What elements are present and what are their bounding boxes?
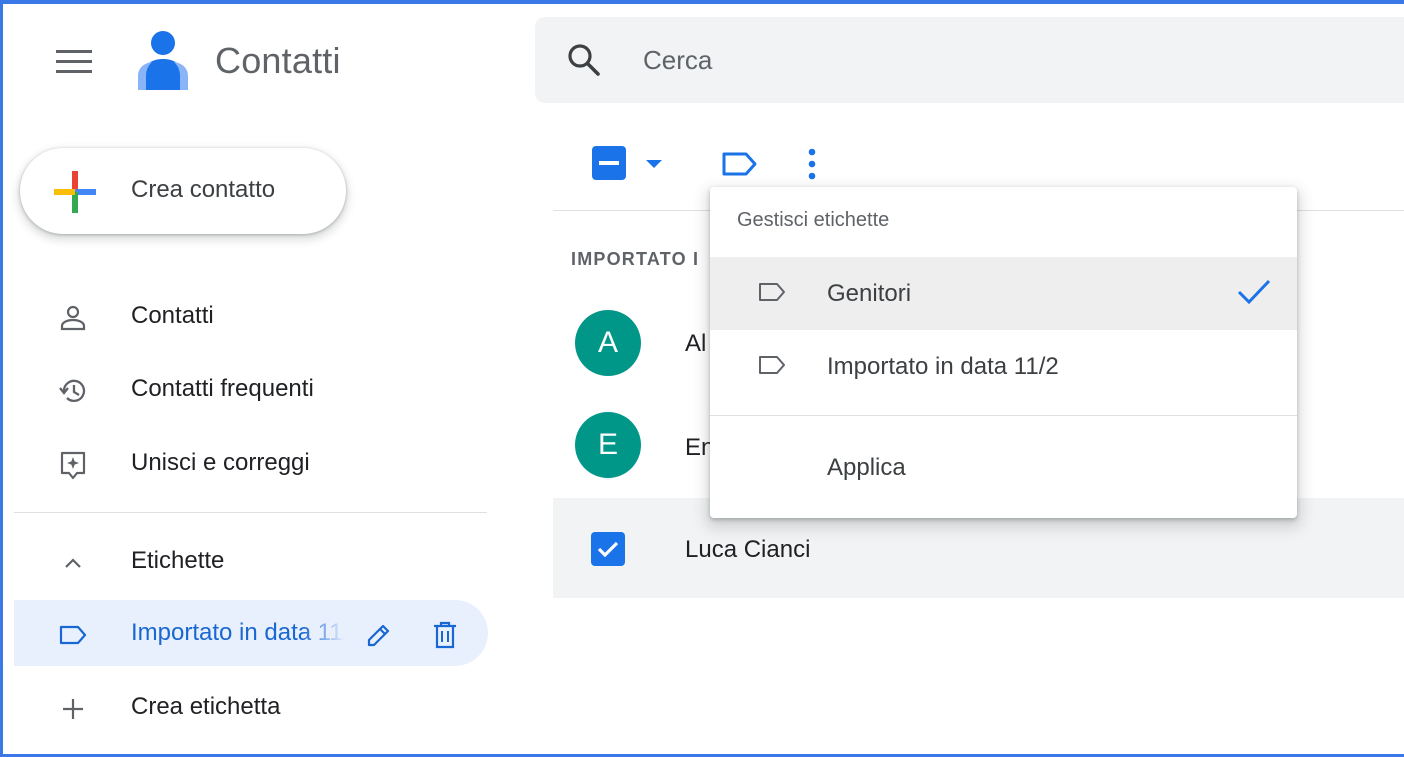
manage-labels-button[interactable] xyxy=(718,146,762,182)
history-icon xyxy=(58,376,88,406)
contact-name: Al xyxy=(685,330,707,357)
menu-title: Gestisci etichette xyxy=(737,209,890,231)
merge-icon xyxy=(58,450,88,480)
caret-down-icon xyxy=(646,160,662,168)
labels-section-toggle[interactable]: Etichette xyxy=(14,528,488,594)
plus-icon xyxy=(58,694,88,724)
sidebar-divider xyxy=(14,512,487,513)
chevron-up-icon xyxy=(58,548,88,578)
main-menu-button[interactable] xyxy=(50,42,98,82)
manage-labels-menu: Gestisci etichette Genitori Importato in… xyxy=(710,187,1297,518)
menu-item-label-genitori[interactable]: Genitori xyxy=(710,257,1297,330)
menu-item-label: Importato in data 11/2 xyxy=(827,353,1059,380)
label-icon xyxy=(722,152,757,176)
check-icon xyxy=(1236,277,1272,312)
sidebar-item-label: Contatti xyxy=(131,302,214,329)
create-contact-label: Crea contatto xyxy=(131,176,276,203)
avatar[interactable]: A xyxy=(575,310,641,376)
sidebar-label-name: Importato in data 11/2 xyxy=(131,619,345,646)
list-section-header: IMPORTATO I xyxy=(571,249,700,269)
sidebar-item-label: Unisci e correggi xyxy=(131,449,310,476)
contact-checkbox[interactable] xyxy=(591,532,625,566)
contact-name: Luca Cianci xyxy=(685,536,811,563)
label-icon xyxy=(58,620,88,650)
apply-button[interactable]: Applica xyxy=(827,454,906,482)
avatar[interactable]: E xyxy=(575,412,641,478)
colorful-plus-icon xyxy=(52,169,98,220)
create-contact-button[interactable]: Crea contatto xyxy=(20,148,346,234)
menu-item-label-imported[interactable]: Importato in data 11/2 xyxy=(710,330,1297,403)
contacts-logo-icon xyxy=(136,30,190,92)
create-label-label: Crea etichetta xyxy=(131,693,281,720)
sidebar-item-frequent[interactable]: Contatti frequenti xyxy=(14,356,488,422)
checkmark-icon xyxy=(597,541,619,558)
delete-label-icon[interactable] xyxy=(428,618,462,652)
search-icon[interactable] xyxy=(567,43,601,82)
more-vert-icon xyxy=(808,148,816,180)
labels-section-title: Etichette xyxy=(131,547,225,574)
label-icon xyxy=(757,354,787,381)
menu-item-label: Genitori xyxy=(827,280,912,307)
create-label-button[interactable]: Crea etichetta xyxy=(14,674,488,740)
more-actions-button[interactable] xyxy=(798,146,826,182)
person-icon xyxy=(58,303,88,333)
sidebar-item-label: Contatti frequenti xyxy=(131,375,314,402)
sidebar-item-contacts[interactable]: Contatti xyxy=(14,283,488,349)
select-dropdown-button[interactable] xyxy=(640,150,668,178)
search-input[interactable] xyxy=(643,43,1243,77)
sidebar-item-merge[interactable]: Unisci e correggi xyxy=(14,430,488,496)
select-all-checkbox[interactable] xyxy=(592,146,626,180)
label-icon xyxy=(757,281,787,308)
edit-label-icon[interactable] xyxy=(362,618,396,652)
sidebar-label-item-imported[interactable]: Importato in data 11/2 xyxy=(14,600,488,666)
window-frame-top xyxy=(0,0,1404,4)
search-bar[interactable] xyxy=(535,17,1404,103)
app-title: Contatti xyxy=(215,40,341,81)
hamburger-menu-icon xyxy=(56,50,92,73)
menu-divider xyxy=(710,415,1297,416)
